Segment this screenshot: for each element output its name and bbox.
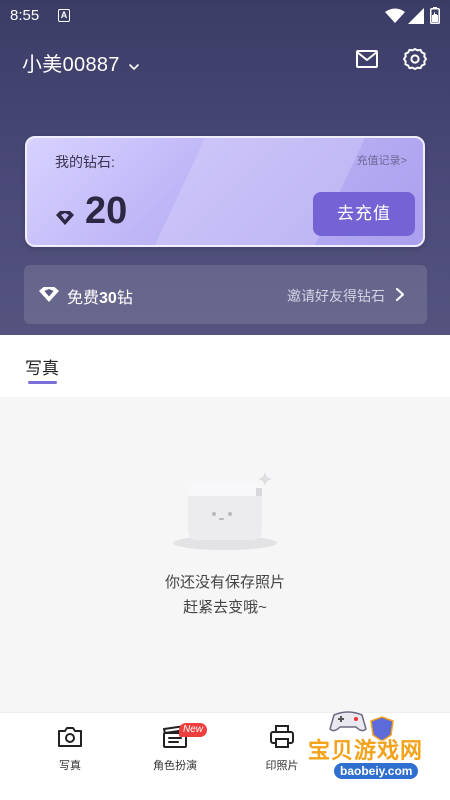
nav-label-roleplay: 角色扮演 — [153, 760, 197, 772]
notification-app-icon: A — [58, 9, 70, 22]
diamond-icon — [56, 211, 74, 225]
camera-icon — [58, 727, 82, 747]
diamond-balance: 20 — [85, 190, 128, 232]
gear-icon[interactable] — [402, 46, 428, 72]
diamond-balance-card: 我的钻石: 充值记录> 20 去充值 — [25, 136, 425, 247]
watermark-url: baobeiy.com — [334, 763, 419, 779]
wifi-icon — [385, 8, 405, 23]
recharge-record-link[interactable]: 充值记录> — [357, 152, 407, 168]
empty-box-icon — [173, 472, 277, 550]
status-bar: 8:55 A — [0, 0, 450, 32]
mail-icon[interactable] — [355, 48, 379, 70]
tab-photo[interactable]: 写真 — [25, 354, 59, 379]
status-time: 8:55 — [10, 7, 40, 24]
header-area: 8:55 A 小美00887 我的钻石: 充值记录> 20 去充值 免费30钻 … — [0, 0, 450, 335]
invite-text: 邀请好友得钻石 — [287, 288, 385, 304]
diamond-icon — [39, 287, 59, 302]
recharge-button[interactable]: 去充值 — [313, 192, 415, 236]
invite-friends-banner[interactable]: 免费30钻 邀请好友得钻石 — [24, 265, 427, 324]
empty-message-line1: 你还没有保存照片 — [164, 574, 285, 591]
free-suffix: 钻 — [116, 290, 133, 307]
tab-bar: 写真 — [0, 335, 450, 397]
free-diamonds-label: 免费30钻 — [67, 284, 133, 308]
user-switcher[interactable]: 小美00887 — [22, 48, 140, 76]
username: 小美00887 — [22, 54, 120, 76]
chevron-down-icon — [129, 63, 139, 70]
watermark-title: 宝贝游戏网 — [308, 738, 424, 763]
app-screen: 8:55 A 小美00887 我的钻石: 充值记录> 20 去充值 免费30钻 … — [0, 0, 450, 800]
empty-message-line2: 赶紧去变哦~ — [183, 599, 267, 616]
tab-active-indicator — [28, 381, 57, 384]
battery-icon — [430, 7, 440, 24]
chevron-right-icon — [395, 287, 405, 302]
diamond-label: 我的钻石: — [55, 154, 115, 170]
nav-label-photo: 写真 — [59, 760, 81, 772]
new-badge: New — [179, 723, 208, 737]
content-area: 写真 你还没有保存照片 赶紧去变哦~ — [0, 335, 450, 712]
signal-icon — [408, 8, 424, 24]
free-amount: 30 — [99, 290, 117, 307]
nav-item-photo[interactable]: 写真 — [30, 723, 110, 783]
free-prefix: 免费 — [67, 290, 100, 307]
gamepad-icon — [329, 711, 367, 732]
nav-item-roleplay[interactable]: 角色扮演 New — [135, 723, 215, 783]
watermark-logo: 宝贝游戏网 baobeiy.com — [300, 705, 450, 800]
printer-icon — [270, 725, 294, 748]
